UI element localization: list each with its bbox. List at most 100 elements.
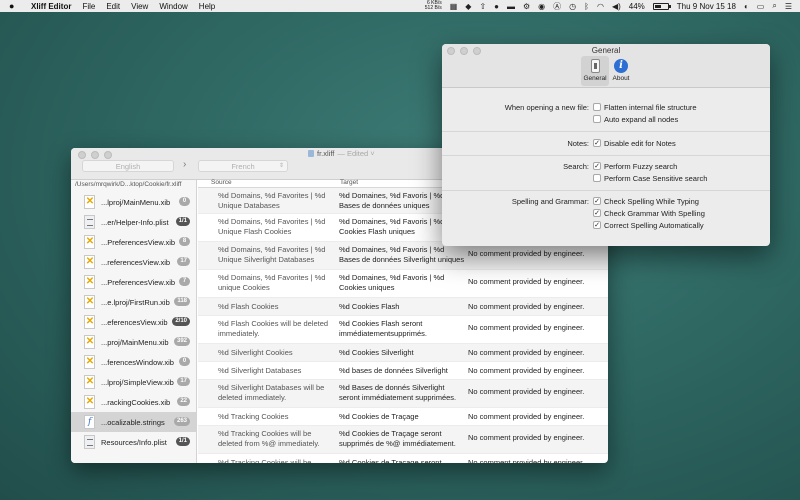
cell-target[interactable]: %d Bases de donnés Silverlight seront im… xyxy=(339,383,467,403)
apple-menu-icon[interactable]: ● xyxy=(9,1,21,11)
cell-target[interactable]: %d Cookies de Traçage seront xyxy=(339,458,467,463)
bluetooth-icon[interactable]: ᛒ xyxy=(584,2,589,11)
vpn-icon[interactable]: Ⓐ xyxy=(553,1,561,12)
cell-comment[interactable]: No comment provided by engineer. xyxy=(468,249,608,259)
menu-help[interactable]: Help xyxy=(199,2,215,11)
check-spelling-checkbox[interactable]: ✓ xyxy=(593,197,601,205)
battery-percent[interactable]: 44% xyxy=(629,2,645,11)
wifi-icon[interactable]: ◠ xyxy=(597,2,604,11)
cell-target[interactable]: %d Cookies Flash seront immédiatementsup… xyxy=(339,319,467,339)
display-icon[interactable]: ▭ xyxy=(757,2,765,11)
dropbox-icon[interactable]: ◆ xyxy=(465,2,471,11)
cell-comment[interactable]: No comment provided by engineer. xyxy=(468,387,608,397)
flatten-label[interactable]: Flatten internal file structure xyxy=(604,102,697,113)
shield-icon[interactable]: ◉ xyxy=(538,2,545,11)
table-row[interactable]: %d Domains, %d Favorites | %d Unique Sil… xyxy=(198,242,608,270)
search-icon[interactable]: ⌕ xyxy=(772,1,776,11)
tab-general[interactable]: General xyxy=(581,56,609,86)
volume-icon[interactable]: ◀) xyxy=(612,2,621,11)
menu-file[interactable]: File xyxy=(82,2,95,11)
edited-indicator[interactable]: — Edited ˅ xyxy=(337,149,374,158)
file-list-item[interactable]: Resources/Info.plist 1/1 xyxy=(71,432,196,452)
tab-about[interactable]: i About xyxy=(607,56,635,86)
cell-comment[interactable]: No comment provided by engineer. xyxy=(468,302,608,312)
file-list-item[interactable]: ...ocalizable.strings 263 xyxy=(71,412,196,432)
fuzzy-checkbox[interactable]: ✓ xyxy=(593,162,601,170)
menu-view[interactable]: View xyxy=(131,2,148,11)
file-list-item[interactable]: ...lproj/SimpleView.xib17 xyxy=(71,372,196,392)
file-list-item[interactable]: ...PreferencesView.xib7 xyxy=(71,272,196,292)
correct-spelling-label[interactable]: Correct Spelling Automatically xyxy=(604,220,704,231)
cell-comment[interactable]: No comment provided by engineer. xyxy=(468,433,608,443)
file-list-item[interactable]: ...ferencesWindow.xib 0 xyxy=(71,352,196,372)
cell-target[interactable]: %d Cookies de Traçage seront supprimés d… xyxy=(339,429,467,449)
cell-source[interactable]: %d Tracking Cookies will be xyxy=(218,458,330,463)
table-row[interactable]: %d Silverlight Databases will be deleted… xyxy=(198,380,608,408)
timer-icon[interactable]: ◷ xyxy=(569,2,576,11)
check-grammar-checkbox[interactable]: ✓ xyxy=(593,209,601,217)
cell-source[interactable]: %d Tracking Cookies xyxy=(218,412,330,422)
minimize-button[interactable] xyxy=(91,151,99,159)
case-sensitive-label[interactable]: Perform Case Sensitive search xyxy=(604,173,707,184)
flatten-checkbox[interactable] xyxy=(593,103,601,111)
table-row[interactable]: %d Silverlight Databases %d bases de donn… xyxy=(198,362,608,380)
cell-source[interactable]: %d Flash Cookies will be deleted immedia… xyxy=(218,319,330,339)
menu-window[interactable]: Window xyxy=(159,2,187,11)
cell-target[interactable]: %d Domaines, %d Favoris | %d Cookies uni… xyxy=(339,273,467,293)
cell-comment[interactable]: No comment provided by engineer. xyxy=(468,277,608,287)
cell-source[interactable]: %d Tracking Cookies will be deleted from… xyxy=(218,429,330,449)
user-icon[interactable]: ● xyxy=(494,2,499,11)
cell-source[interactable]: %d Flash Cookies xyxy=(218,302,330,312)
cell-source[interactable]: %d Silverlight Databases will be deleted… xyxy=(218,383,330,403)
cell-source[interactable]: %d Silverlight Cookies xyxy=(218,348,330,358)
file-list-item[interactable]: ...e.lproj/FirstRun.xib 118 xyxy=(71,292,196,312)
cell-source[interactable]: %d Domains, %d Favorites | %d Unique Dat… xyxy=(218,191,330,211)
file-list-item[interactable]: ...proj/MainMenu.xib 392 xyxy=(71,332,196,352)
file-list-item[interactable]: ...referencesView.xib 17 xyxy=(71,252,196,272)
cell-target[interactable]: %d bases de données Silverlight xyxy=(339,366,467,376)
cell-comment[interactable]: No comment provided by engineer. xyxy=(468,458,608,463)
file-list-item[interactable]: ...rackingCookies.xib 22 xyxy=(71,392,196,412)
cell-source[interactable]: %d Silverlight Databases xyxy=(218,366,330,376)
expand-checkbox[interactable] xyxy=(593,115,601,123)
menu-app-name[interactable]: Xliff Editor xyxy=(31,2,71,11)
user-account-icon[interactable]: ◐ xyxy=(744,2,749,11)
cell-comment[interactable]: No comment provided by engineer. xyxy=(468,323,608,333)
table-row[interactable]: %d Tracking Cookies %d Cookies de Traçage… xyxy=(198,408,608,426)
cell-target[interactable]: %d Cookies Flash xyxy=(339,302,467,312)
case-sensitive-checkbox[interactable] xyxy=(593,174,601,182)
correct-spelling-checkbox[interactable]: ✓ xyxy=(593,221,601,229)
source-language-field[interactable]: English xyxy=(82,160,174,172)
cell-comment[interactable]: No comment provided by engineer. xyxy=(468,412,608,422)
table-row[interactable]: %d Tracking Cookies will be %d Cookies de… xyxy=(198,454,608,463)
cell-comment[interactable]: No comment provided by engineer. xyxy=(468,348,608,358)
table-row[interactable]: %d Domains, %d Favorites | %d unique Coo… xyxy=(198,270,608,298)
table-row[interactable]: %d Tracking Cookies will be deleted from… xyxy=(198,426,608,454)
cell-target[interactable]: %d Cookies Silverlight xyxy=(339,348,467,358)
check-grammar-label[interactable]: Check Grammar With Spelling xyxy=(604,208,705,219)
disable-edit-checkbox[interactable]: ✓ xyxy=(593,139,601,147)
memory-icon[interactable]: ▦ xyxy=(450,2,458,11)
cell-target[interactable]: %d Cookies de Traçage xyxy=(339,412,467,422)
network-speed[interactable]: 6 KB/s 512 B/s xyxy=(425,1,442,11)
zoom-button[interactable] xyxy=(104,151,112,159)
cell-source[interactable]: %d Domains, %d Favorites | %d unique Coo… xyxy=(218,273,330,293)
target-language-select[interactable]: French ⇕ xyxy=(198,160,288,172)
column-source[interactable]: Source xyxy=(211,179,232,186)
table-row[interactable]: %d Silverlight Cookies %d Cookies Silverl… xyxy=(198,344,608,362)
check-spelling-label[interactable]: Check Spelling While Typing xyxy=(604,196,699,207)
cell-comment[interactable]: No comment provided by engineer. xyxy=(468,366,608,376)
drive-icon[interactable]: ▬ xyxy=(507,2,515,11)
expand-label[interactable]: Auto expand all nodes xyxy=(604,114,678,125)
table-row[interactable]: %d Flash Cookies will be deleted immedia… xyxy=(198,316,608,344)
notification-center-icon[interactable]: ☰ xyxy=(785,2,792,11)
file-list-item[interactable]: ...eferencesView.xib 2/10 xyxy=(71,312,196,332)
fuzzy-label[interactable]: Perform Fuzzy search xyxy=(604,161,677,172)
cell-target[interactable]: %d Domaines, %d Favoris | %d Bases de do… xyxy=(339,245,467,265)
table-row[interactable]: %d Flash Cookies %d Cookies Flash No comme… xyxy=(198,298,608,316)
menu-edit[interactable]: Edit xyxy=(106,2,120,11)
battery-icon[interactable] xyxy=(652,2,671,10)
file-list-item[interactable]: ...PreferencesView.xib8 xyxy=(71,232,196,252)
close-button[interactable] xyxy=(78,151,86,159)
cell-source[interactable]: %d Domains, %d Favorites | %d Unique Fla… xyxy=(218,217,330,237)
